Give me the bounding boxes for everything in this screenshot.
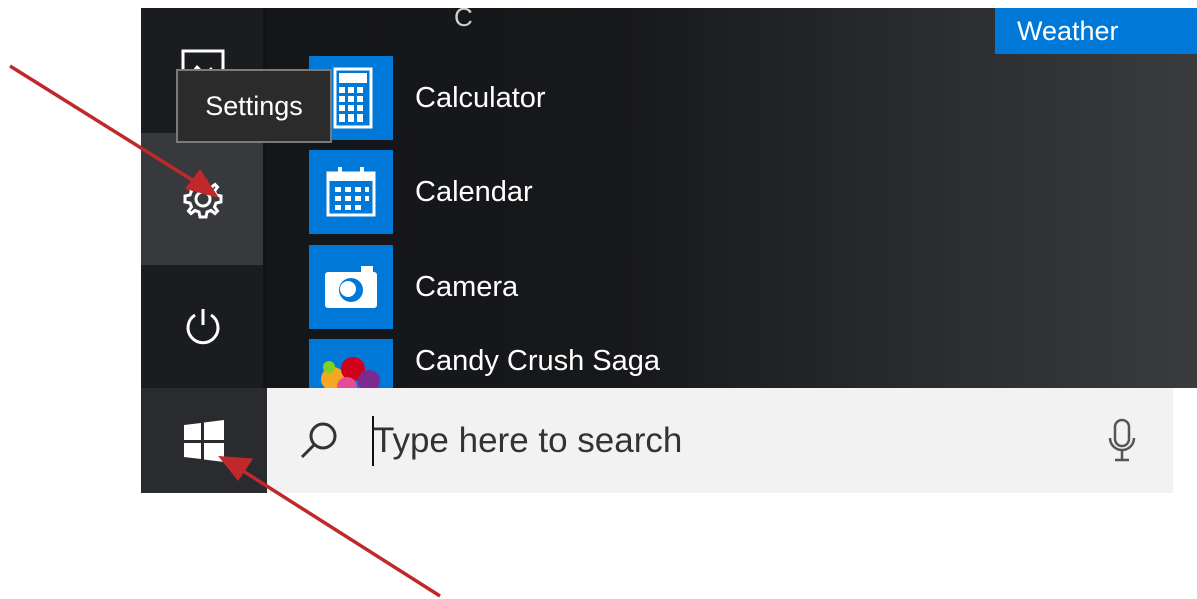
app-label-camera: Camera [415,270,519,303]
start-left-rail [141,8,266,388]
section-letter-header[interactable]: C [454,8,473,33]
app-item-calculator[interactable]: Calculator [309,56,546,140]
app-label-calculator: Calculator [415,81,546,114]
power-icon [186,308,219,344]
power-button[interactable] [141,265,264,388]
taskbar-right-area [1173,388,1197,493]
settings-tooltip: Settings [176,69,332,143]
start-button[interactable] [141,388,267,493]
rail-divider [263,8,266,388]
start-menu: C Calculator Calendar Camera Candy Crush… [141,8,1197,388]
microphone-icon[interactable] [1105,416,1139,466]
app-item-calendar[interactable]: Calendar [309,150,533,234]
camera-icon [309,245,393,329]
search-icon [300,422,337,459]
app-item-candy-crush-saga[interactable]: Candy Crush Saga [309,339,660,388]
weather-live-tile[interactable]: Weather [995,8,1197,54]
calendar-icon [309,150,393,234]
taskbar-search-box[interactable] [267,388,1173,493]
app-label-calendar: Calendar [415,175,533,208]
candy-crush-icon [309,339,393,388]
search-input[interactable] [373,388,1073,493]
settings-gear-icon [183,179,222,219]
windows-logo-icon [184,419,224,462]
app-item-camera[interactable]: Camera [309,245,518,329]
app-label-candy-crush-saga: Candy Crush Saga [415,344,661,377]
weather-tile-label: Weather [1017,15,1119,46]
settings-button[interactable] [141,133,264,265]
